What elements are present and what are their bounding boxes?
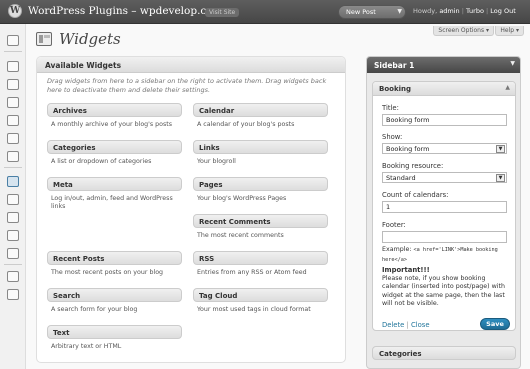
logout-link[interactable]: Log Out <box>490 7 515 15</box>
widget-description: Your blog's WordPress Pages <box>197 195 287 202</box>
widget-control-links: Delete | Close <box>382 321 430 329</box>
new-post-label: New Post <box>346 8 376 16</box>
booking-widget-title: Booking <box>379 85 412 93</box>
page-title: Widgets <box>59 30 121 48</box>
dropdown-arrow-icon: ▼ <box>496 145 505 153</box>
title-input[interactable]: Booking form <box>382 114 507 126</box>
turbo-link[interactable]: Turbo <box>466 7 484 15</box>
categories-widget[interactable]: Categories <box>372 346 516 360</box>
booking-widget-heading[interactable]: Booking ▲ <box>373 82 515 96</box>
show-label: Show: <box>382 133 403 141</box>
dashboard-icon[interactable] <box>7 35 19 46</box>
widget-description: A list or dropdown of categories <box>51 158 152 165</box>
tools-icon[interactable] <box>7 230 19 241</box>
site-title[interactable]: WordPress Plugins – wpdevelop.com... <box>28 5 233 17</box>
widget-description: A calendar of your blog's posts <box>197 121 295 128</box>
sidebar-1-title: Sidebar 1 <box>374 61 415 70</box>
separator: | <box>406 321 409 329</box>
username-link[interactable]: admin <box>439 7 459 15</box>
widget-meta[interactable]: Meta <box>47 177 182 191</box>
widget-calendar[interactable]: Calendar <box>193 103 328 117</box>
count-of-calendars-input[interactable]: 1 <box>382 201 507 213</box>
widget-links[interactable]: Links <box>193 140 328 154</box>
appearance-icon[interactable] <box>7 176 19 187</box>
plugin-extra-icon[interactable] <box>7 271 19 282</box>
widget-pages[interactable]: Pages <box>193 177 328 191</box>
dropdown-arrow-icon: ▼ <box>496 174 505 182</box>
posts-icon[interactable] <box>7 61 19 72</box>
widget-categories[interactable]: Categories <box>47 140 182 154</box>
menu-separator <box>4 51 22 52</box>
widget-tag-cloud[interactable]: Tag Cloud <box>193 288 328 302</box>
chevron-down-icon[interactable]: ▼ <box>510 60 515 67</box>
show-select[interactable]: Booking form ▼ <box>382 143 507 154</box>
widget-recent-comments[interactable]: Recent Comments <box>193 214 328 228</box>
widget-description: Your most used tags in cloud format <box>197 306 311 313</box>
menu-separator <box>4 264 22 265</box>
plugins-icon[interactable] <box>7 194 19 205</box>
users-icon[interactable] <box>7 212 19 223</box>
widget-recent-posts[interactable]: Recent Posts <box>47 251 182 265</box>
example-label: Example: <box>382 246 412 253</box>
widget-description: Your blogroll <box>197 158 236 165</box>
comments-icon[interactable] <box>7 133 19 144</box>
collapse-menu-icon[interactable] <box>7 289 19 300</box>
widget-rss[interactable]: RSS <box>193 251 328 265</box>
user-links: Howdy, admin | Turbo | Log Out <box>413 7 516 15</box>
delete-link[interactable]: Delete <box>382 321 404 329</box>
available-widgets-panel: Available Widgets Drag widgets from here… <box>36 56 346 363</box>
sidebar-1-heading[interactable]: Sidebar 1 ▼ <box>367 57 520 73</box>
footer-input[interactable] <box>382 231 507 243</box>
widgets-page-icon <box>36 32 52 46</box>
widget-search[interactable]: Search <box>47 288 182 302</box>
menu-separator <box>4 167 22 168</box>
links-icon[interactable] <box>7 97 19 108</box>
footer-label: Footer: <box>382 221 406 229</box>
available-widgets-description: Drag widgets from here to a sidebar on t… <box>47 77 327 94</box>
separator: | <box>461 7 464 15</box>
booking-plugin-icon[interactable] <box>7 151 19 162</box>
chevron-up-icon[interactable]: ▲ <box>505 84 510 91</box>
visit-site-button[interactable]: Visit Site <box>205 8 240 17</box>
widget-description: The most recent comments <box>197 232 284 239</box>
new-post-dropdown[interactable]: New Post ▼ <box>338 5 406 19</box>
chevron-down-icon: ▼ <box>397 8 402 15</box>
help-button[interactable]: Help ▾ <box>495 26 524 36</box>
widget-description: Entries from any RSS or Atom feed <box>197 269 307 276</box>
widget-description: Arbitrary text or HTML <box>51 343 122 350</box>
widget-description: Log in/out, admin, feed and WordPress li… <box>51 195 173 210</box>
sidebar-1-panel: Sidebar 1 ▼ Booking ▲ Title: Booking for… <box>366 56 521 369</box>
show-select-value: Booking form <box>386 145 430 153</box>
pages-icon[interactable] <box>7 115 19 126</box>
widget-text[interactable]: Text <box>47 325 182 339</box>
widget-description: The most recent posts on your blog <box>51 269 164 276</box>
important-heading: Important!!! <box>382 266 430 274</box>
save-button[interactable]: Save <box>480 318 510 330</box>
widget-archives[interactable]: Archives <box>47 103 182 117</box>
count-of-calendars-label: Count of calendars: <box>382 191 449 199</box>
example-text: Example: <a href='LINK'>Make booking her… <box>382 245 510 265</box>
close-link[interactable]: Close <box>411 321 430 329</box>
separator: | <box>486 7 489 15</box>
settings-icon[interactable] <box>7 248 19 259</box>
available-widgets-heading: Available Widgets <box>37 57 345 73</box>
widget-description: A monthly archive of your blog's posts <box>51 121 173 128</box>
important-note: Please note, if you show booking calenda… <box>382 275 505 308</box>
booking-resource-select[interactable]: Standard ▼ <box>382 172 507 183</box>
title-label: Title: <box>382 104 399 112</box>
booking-resource-value: Standard <box>386 174 416 182</box>
booking-resource-label: Booking resource: <box>382 162 444 170</box>
booking-widget: Booking ▲ Title: Booking form Show: Book… <box>372 81 516 331</box>
screen-options-button[interactable]: Screen Options ▾ <box>433 26 494 36</box>
howdy-text: Howdy, <box>413 7 438 15</box>
admin-menu <box>0 24 26 369</box>
admin-header: W WordPress Plugins – wpdevelop.com... V… <box>0 0 530 24</box>
media-icon[interactable] <box>7 79 19 90</box>
wordpress-logo-icon: W <box>8 4 22 18</box>
widget-description: A search form for your blog <box>51 306 138 313</box>
